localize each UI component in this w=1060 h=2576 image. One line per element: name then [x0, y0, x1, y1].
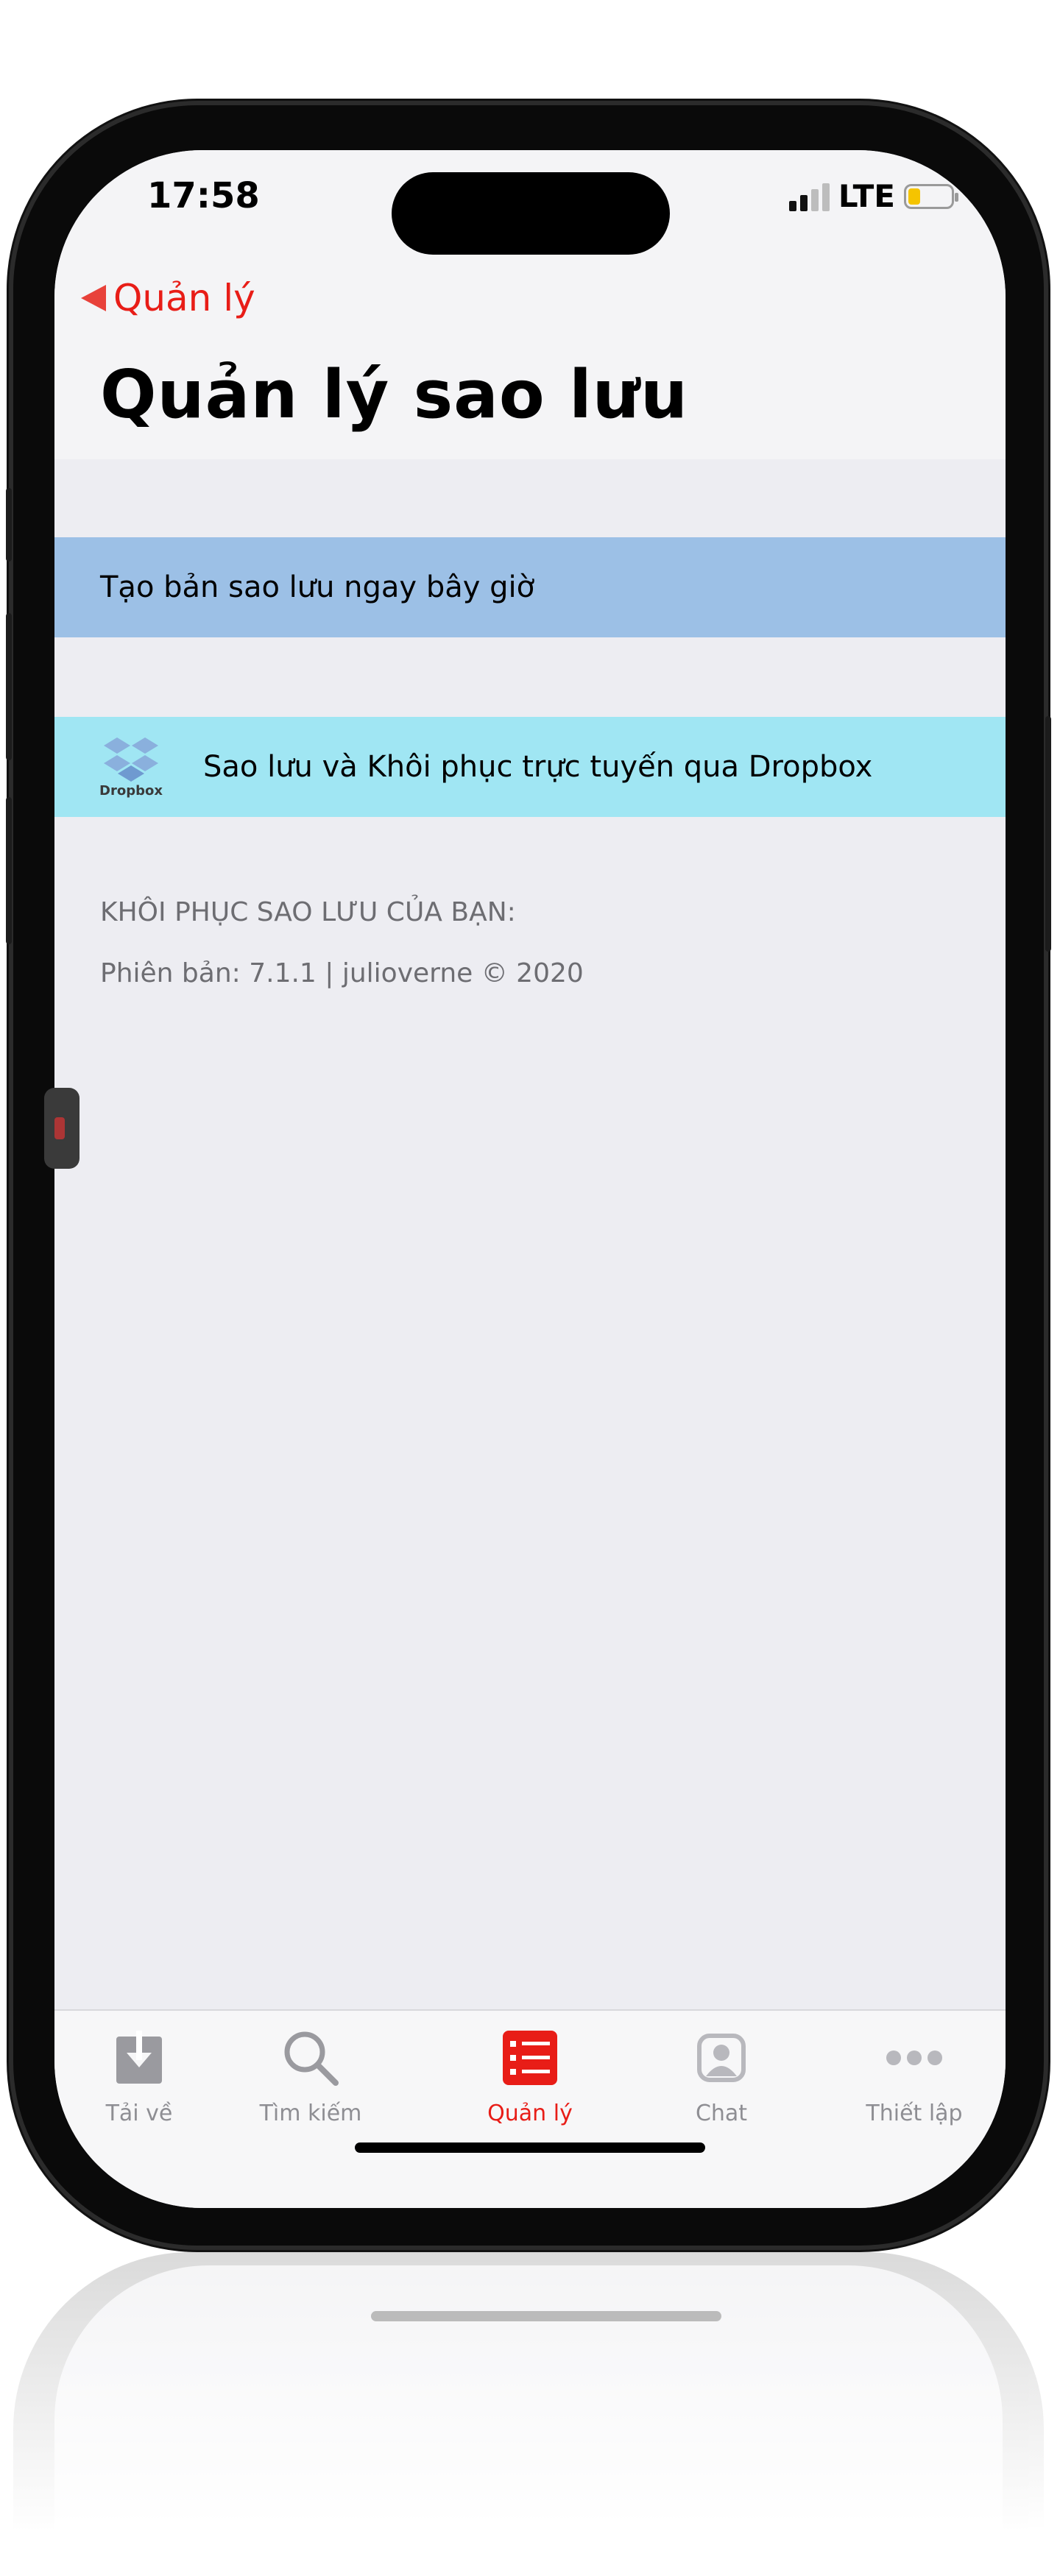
mute-switch [6, 488, 12, 562]
search-icon [280, 2027, 342, 2089]
home-indicator[interactable] [355, 2142, 705, 2153]
create-backup-label: Tạo bản sao lưu ngay bây giờ [100, 570, 535, 604]
tab-search-label: Tìm kiếm [259, 2101, 362, 2126]
phone-screen: 17:58 LTE Quản lý Quản lý sao lưu Tạo bả… [54, 150, 1006, 2208]
power-button [1045, 716, 1051, 952]
download-icon [108, 2027, 170, 2089]
back-button-label: Quản lý [113, 277, 255, 319]
back-button[interactable]: Quản lý [81, 277, 255, 319]
volume-up-button [6, 613, 12, 760]
status-time: 17:58 [147, 175, 260, 216]
network-label: LTE [838, 178, 895, 214]
tab-search[interactable]: Tìm kiếm [226, 2027, 395, 2126]
signal-icon [788, 182, 830, 211]
more-dots-icon [883, 2027, 945, 2089]
tab-manage[interactable]: Quản lý [445, 2027, 615, 2126]
reflection-home-indicator [371, 2311, 721, 2321]
list-icon [499, 2027, 561, 2089]
create-backup-row[interactable]: Tạo bản sao lưu ngay bây giờ [54, 537, 1006, 637]
dropbox-logo-text: Dropbox [99, 782, 163, 799]
tab-settings[interactable]: Thiết lập [830, 2027, 999, 2126]
phone-reflection [13, 2252, 1044, 2561]
floating-side-handle[interactable] [44, 1088, 80, 1169]
back-chevron-icon [81, 285, 106, 311]
dropbox-backup-row[interactable]: Dropbox Sao lưu và Khôi phục trực tuyến … [54, 717, 1006, 817]
tab-settings-label: Thiết lập [866, 2101, 963, 2126]
tab-downloads-label: Tải về [105, 2101, 173, 2126]
tab-bar: Tải về Tìm kiếm Quản lý Chat Thiết lập [54, 2009, 1006, 2208]
battery-icon [904, 183, 958, 209]
page-title: Quản lý sao lưu [100, 356, 689, 434]
version-footer: Phiên bản: 7.1.1 | julioverne © 2020 [100, 958, 584, 988]
dynamic-island [392, 172, 670, 255]
reflection-screen [54, 2265, 1003, 2561]
chat-person-icon [690, 2027, 752, 2089]
tab-chat-label: Chat [695, 2101, 748, 2126]
dropbox-icon: Dropbox [99, 736, 163, 799]
restore-section-header: KHÔI PHỤC SAO LƯU CỦA BẠN: [100, 897, 516, 927]
dropbox-logo-mark [104, 737, 158, 782]
status-indicators: LTE [788, 178, 958, 214]
tab-chat[interactable]: Chat [637, 2027, 806, 2126]
dropbox-row-label: Sao lưu và Khôi phục trực tuyến qua Drop… [203, 750, 873, 784]
tab-manage-label: Quản lý [487, 2101, 573, 2126]
volume-down-button [6, 797, 12, 944]
tab-downloads[interactable]: Tải về [54, 2027, 224, 2126]
